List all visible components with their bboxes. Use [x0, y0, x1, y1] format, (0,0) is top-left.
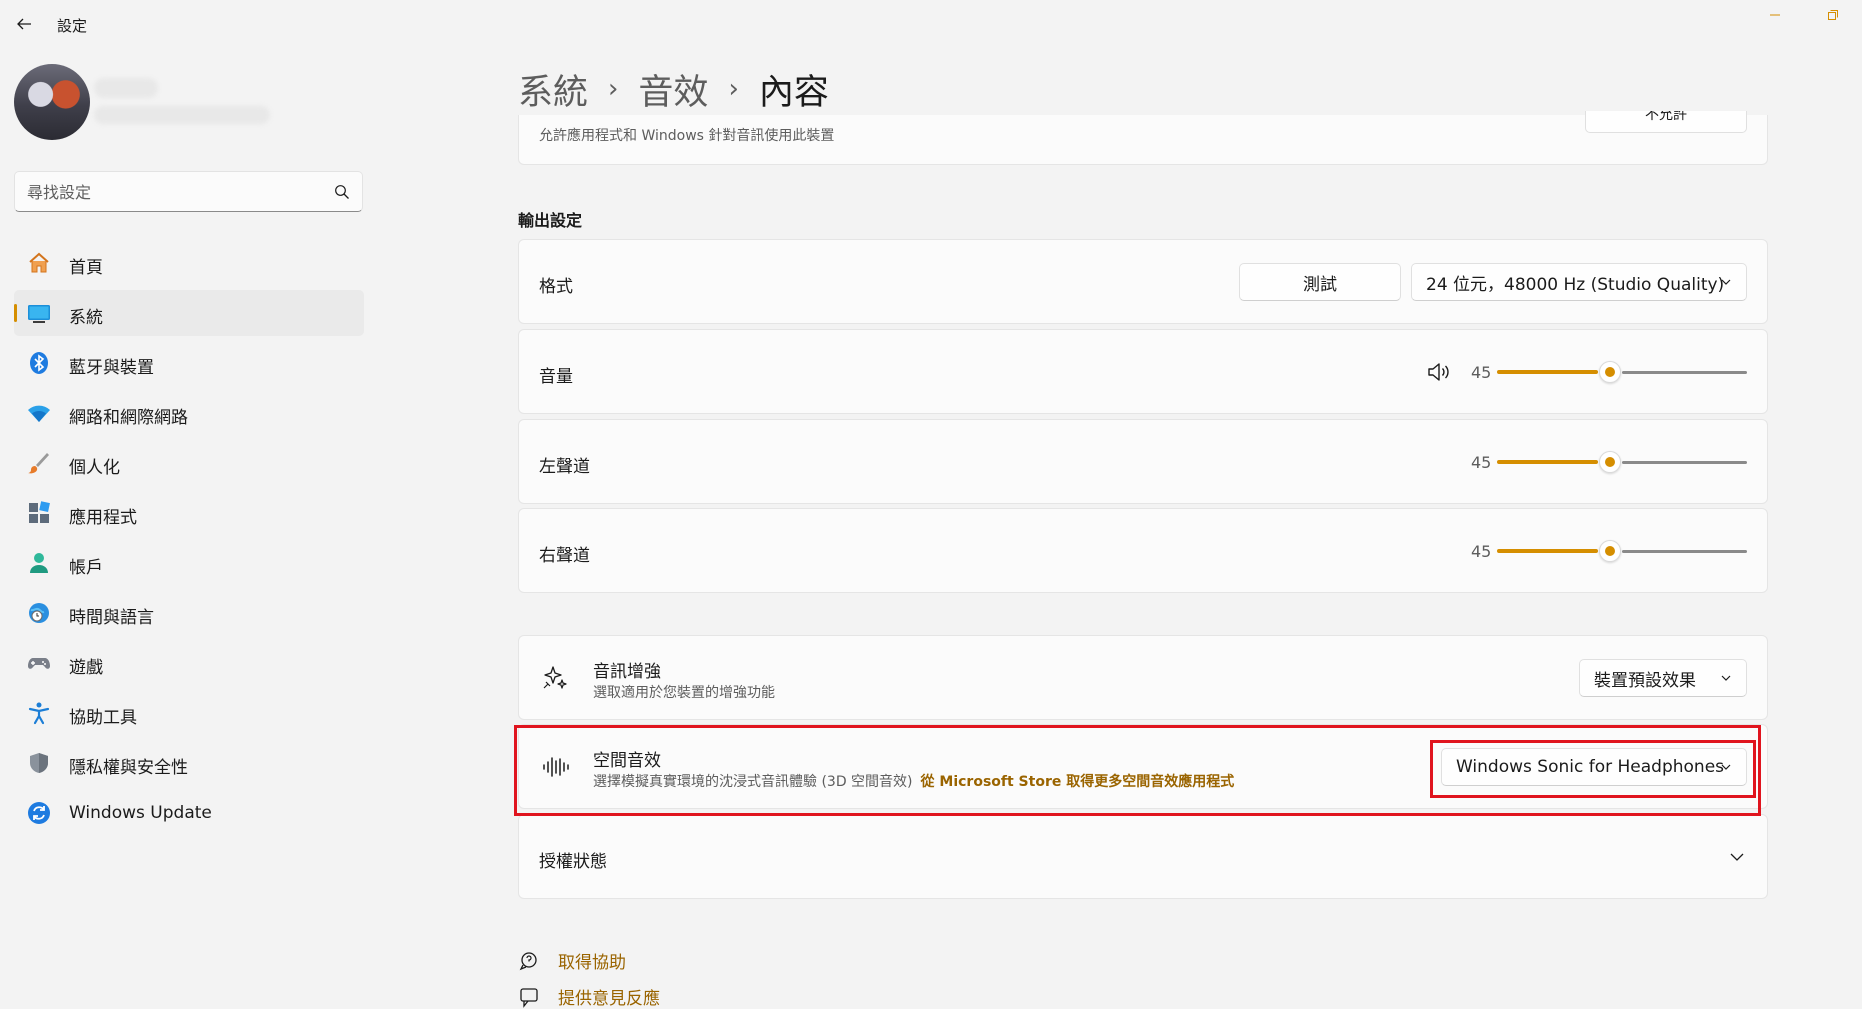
spatial-sound-row: 空間音效 選擇模擬真實環境的沈浸式音訊體驗 (3D 空間音效) 從 Microso… — [518, 724, 1768, 809]
format-dropdown[interactable]: 24 位元，48000 Hz (Studio Quality) — [1411, 263, 1747, 301]
breadcrumb-system[interactable]: 系統 — [518, 64, 588, 115]
profile-email-redacted — [94, 106, 270, 124]
search-box[interactable] — [14, 171, 363, 212]
spatial-sound-description: 選擇模擬真實環境的沈浸式音訊體驗 (3D 空間音效) 從 Microsoft St… — [593, 774, 1235, 790]
audio-enhancement-description: 選取適用於您裝置的增強功能 — [593, 685, 775, 701]
format-label: 格式 — [539, 277, 573, 297]
format-selected: 24 位元，48000 Hz (Studio Quality) — [1426, 274, 1725, 295]
speaker-icon[interactable] — [1427, 361, 1451, 383]
sidebar-nav: 首頁 系統 藍牙與裝置 網路和網際網路 個人化 應用程式 帳戶 時間與語言 遊戲… — [14, 240, 364, 840]
system-icon — [28, 305, 50, 323]
allow-audio-description: 允許應用程式和 Windows 針對音訊使用此裝置 — [539, 128, 835, 144]
slider-thumb[interactable] — [1598, 540, 1621, 562]
slider-track — [1621, 461, 1747, 464]
shield-icon — [30, 753, 48, 773]
spatial-sound-selected: Windows Sonic for Headphones — [1456, 757, 1725, 777]
help-chat-icon — [519, 951, 537, 970]
accessibility-icon — [28, 702, 50, 725]
sidebar-item-gaming[interactable]: 遊戲 — [14, 640, 364, 686]
audio-enhancement-row: 音訊增強 選取適用於您裝置的增強功能 裝置預設效果 — [518, 635, 1768, 720]
sidebar-item-accounts[interactable]: 帳戶 — [14, 540, 364, 586]
search-icon[interactable] — [334, 184, 350, 200]
page-title: 內容 — [758, 72, 829, 113]
gamepad-icon — [28, 658, 50, 669]
sparkle-icon — [543, 666, 567, 689]
left-channel-slider[interactable] — [1497, 451, 1747, 473]
slider-fill — [1497, 370, 1598, 374]
wifi-icon — [28, 405, 50, 422]
get-help-link[interactable]: 取得協助 — [518, 948, 626, 973]
back-button[interactable] — [8, 10, 40, 38]
slider-track — [1621, 550, 1747, 553]
sidebar-item-windows-update[interactable]: Windows Update — [14, 790, 364, 836]
slider-thumb[interactable] — [1598, 451, 1621, 473]
feedback-icon — [520, 987, 538, 1008]
chevron-down-icon[interactable] — [1729, 849, 1745, 865]
enhancement-selected: 裝置預設效果 — [1594, 670, 1696, 691]
app-title: 設定 — [57, 17, 88, 35]
sidebar-item-personalization[interactable]: 個人化 — [14, 440, 364, 486]
sidebar-item-home[interactable]: 首頁 — [14, 240, 364, 286]
chevron-down-icon — [1721, 279, 1731, 285]
sidebar-item-bluetooth[interactable]: 藍牙與裝置 — [14, 340, 364, 386]
breadcrumb: 系統 › 音效 › 內容 — [518, 62, 829, 116]
license-status-row[interactable]: 授權狀態 — [518, 814, 1768, 899]
bluetooth-icon — [30, 352, 48, 374]
volume-value: 45 — [1471, 363, 1492, 382]
home-icon — [29, 252, 49, 273]
sidebar-item-system[interactable]: 系統 — [14, 290, 364, 336]
test-button[interactable]: 測試 — [1239, 263, 1401, 301]
license-status-label: 授權狀態 — [539, 852, 607, 872]
volume-slider[interactable] — [1497, 361, 1747, 383]
allow-audio-card: 允許應用程式和 Windows 針對音訊使用此裝置 不允許 — [518, 111, 1768, 165]
restore-icon — [1828, 10, 1838, 20]
profile-name-redacted — [94, 78, 158, 98]
sidebar-item-apps[interactable]: 應用程式 — [14, 490, 364, 536]
sidebar-item-network[interactable]: 網路和網際網路 — [14, 390, 364, 436]
sidebar-item-time-language[interactable]: 時間與語言 — [14, 590, 364, 636]
feedback-link[interactable]: 提供意見反應 — [518, 984, 660, 1009]
left-channel-label: 左聲道 — [539, 457, 590, 477]
right-channel-label: 右聲道 — [539, 546, 590, 566]
right-channel-row: 右聲道 45 — [518, 508, 1768, 593]
title-bar: 設定 — [0, 0, 1862, 48]
arrow-left-icon — [17, 18, 31, 30]
avatar[interactable] — [14, 64, 90, 140]
spatial-sound-dropdown[interactable]: Windows Sonic for Headphones — [1441, 748, 1747, 786]
slider-fill — [1497, 549, 1598, 553]
microsoft-store-link[interactable]: 從 Microsoft Store 取得更多空間音效應用程式 — [921, 774, 1235, 790]
chevron-down-icon — [1721, 675, 1731, 681]
search-input[interactable] — [27, 180, 327, 204]
slider-fill — [1497, 460, 1598, 464]
spatial-sound-title: 空間音效 — [593, 751, 661, 771]
minimize-button[interactable] — [1746, 0, 1804, 30]
left-channel-row: 左聲道 45 — [518, 419, 1768, 504]
chevron-right-icon: › — [608, 74, 619, 104]
sidebar-item-accessibility[interactable]: 協助工具 — [14, 690, 364, 736]
update-icon — [28, 802, 50, 824]
output-settings-heading: 輸出設定 — [518, 211, 583, 230]
volume-label: 音量 — [539, 367, 573, 387]
chevron-right-icon: › — [728, 74, 739, 104]
audio-enhancement-title: 音訊增強 — [593, 662, 661, 682]
breadcrumb-sound[interactable]: 音效 — [638, 64, 708, 115]
volume-row: 音量 45 — [518, 329, 1768, 414]
sidebar-item-privacy[interactable]: 隱私權與安全性 — [14, 740, 364, 786]
globe-clock-icon — [29, 603, 49, 623]
right-channel-value: 45 — [1471, 542, 1492, 561]
waveform-icon — [543, 757, 569, 777]
dont-allow-button[interactable]: 不允許 — [1585, 111, 1747, 133]
account-icon — [30, 553, 48, 573]
slider-thumb[interactable] — [1598, 361, 1621, 383]
minimize-icon — [1770, 14, 1780, 16]
format-row: 格式 測試 24 位元，48000 Hz (Studio Quality) — [518, 239, 1768, 324]
restore-button[interactable] — [1804, 0, 1862, 30]
right-channel-slider[interactable] — [1497, 540, 1747, 562]
slider-track — [1621, 371, 1747, 374]
chevron-down-icon — [1721, 764, 1731, 770]
enhancement-dropdown[interactable]: 裝置預設效果 — [1579, 659, 1747, 697]
left-channel-value: 45 — [1471, 453, 1492, 472]
apps-icon — [29, 501, 50, 523]
brush-icon — [28, 453, 49, 474]
